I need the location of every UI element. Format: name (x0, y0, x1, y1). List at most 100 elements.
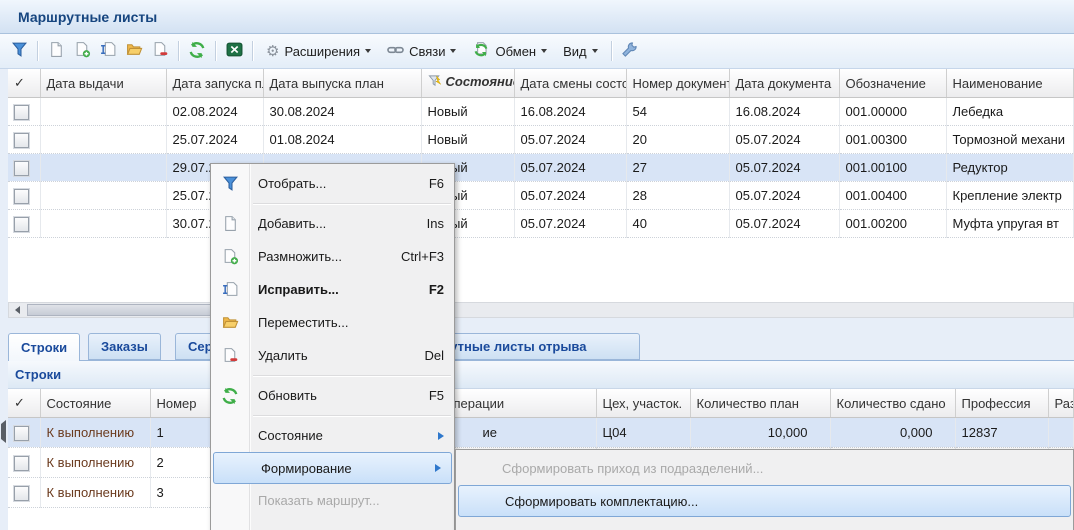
copy-document-icon (74, 41, 91, 61)
menu-item-label: Формирование (261, 461, 352, 476)
column-header-state[interactable]: Состояние (40, 389, 150, 418)
menu-item-peremestit[interactable]: Переместить... (211, 306, 454, 339)
cell-start-date: 02.08.2024 (166, 98, 263, 126)
column-header-name[interactable]: Наименование (946, 69, 1074, 98)
menu-item-sostoyanie[interactable]: Состояние (211, 419, 454, 452)
new-document-icon (48, 41, 65, 61)
delete-button[interactable] (147, 39, 173, 63)
cell-issue-date (40, 98, 166, 126)
checkbox[interactable] (14, 133, 29, 148)
menu-item-obnovit[interactable]: Обновить F5 (211, 379, 454, 412)
cell-check[interactable] (8, 210, 40, 238)
checkbox[interactable] (14, 161, 29, 176)
table-row-selected[interactable]: 29.07.2024 01.08.2024 Новый 05.07.2024 2… (8, 154, 1074, 182)
column-header-qty-plan[interactable]: Количество план (690, 389, 830, 418)
cell-name: Редуктор (946, 154, 1074, 182)
checkbox[interactable] (14, 217, 29, 232)
column-header-check[interactable]: ✓ (8, 389, 40, 418)
menu-item-udalit[interactable]: Удалить Del (211, 339, 454, 372)
submenu-item-komplektaciya[interactable]: Сформировать комплектацию... (458, 485, 1071, 517)
tab-zakazy[interactable]: Заказы (88, 333, 161, 360)
menu-item-dobavit[interactable]: Добавить... Ins (211, 207, 454, 240)
tab-stroki[interactable]: Строки (8, 333, 80, 361)
table-row[interactable]: 25.07.2024 Новый 05.07.2024 28 05.07.202… (8, 182, 1074, 210)
table-row-selected[interactable]: К выполнению 1 ие Ц04 10,000 0,000 12837 (8, 418, 1074, 448)
excel-export-button[interactable] (221, 39, 247, 63)
cell-check[interactable] (8, 98, 40, 126)
column-header-qty-done[interactable]: Количество сдано (830, 389, 955, 418)
exchange-menu-button[interactable]: Обмен (464, 39, 555, 63)
cell-doc-number: 40 (626, 210, 729, 238)
checkbox[interactable] (14, 486, 29, 501)
links-menu-button[interactable]: Связи (379, 39, 464, 63)
extensions-menu-button[interactable]: ⚙ Расширения (258, 39, 379, 63)
cell-check[interactable] (8, 448, 40, 478)
column-header-shop[interactable]: Цех, участок. (596, 389, 690, 418)
menu-item-shortcut: Del (424, 348, 444, 363)
folder-icon (126, 41, 143, 61)
cell-state: К выполнению (40, 478, 150, 508)
column-header-issue-date[interactable]: Дата выдачи (40, 69, 166, 98)
column-header-check[interactable]: ✓ (8, 69, 40, 98)
column-header-number[interactable]: Номер (150, 389, 214, 418)
checkbox[interactable] (14, 189, 29, 204)
refresh-button[interactable] (184, 39, 210, 63)
add-button[interactable] (43, 39, 69, 63)
cell-state-focused: К выполнению (40, 418, 150, 448)
submenu-item-prihod: Сформировать приход из подразделений... (456, 452, 1073, 485)
exchange-icon (472, 41, 490, 62)
cell-doc-date: 05.07.2024 (729, 154, 839, 182)
cell-name: Муфта упругая вт (946, 210, 1074, 238)
menu-item-otobrat[interactable]: Отобрать... F6 (211, 167, 454, 200)
chevron-down-icon (450, 49, 456, 53)
column-header-grade[interactable]: Разряд (1048, 389, 1074, 418)
checkbox[interactable] (14, 105, 29, 120)
copy-button[interactable] (69, 39, 95, 63)
menu-item-razmnozhit[interactable]: Размножить... Ctrl+F3 (211, 240, 454, 273)
column-header-start-date[interactable]: Дата запуска план (166, 69, 263, 98)
cell-designation: 001.00000 (839, 98, 946, 126)
column-header-release-date[interactable]: Дата выпуска план (263, 69, 421, 98)
cell-name: Лебедка (946, 98, 1074, 126)
cell-state-change-date: 16.08.2024 (514, 98, 626, 126)
scroll-left-button[interactable] (10, 304, 25, 316)
cell-state-change-date: 05.07.2024 (514, 154, 626, 182)
checkbox[interactable] (14, 426, 29, 441)
cell-check[interactable] (8, 126, 40, 154)
cell-check[interactable] (8, 182, 40, 210)
formirovanie-submenu: Сформировать приход из подразделений... … (455, 449, 1074, 530)
move-button[interactable] (121, 39, 147, 63)
excel-icon (226, 41, 243, 61)
menu-item-label: Удалить (258, 348, 308, 363)
cell-check[interactable] (8, 154, 40, 182)
cell-shop: Ц04 (596, 418, 690, 448)
window: Маршрутные листы ⚙ (0, 0, 1074, 530)
menu-item-formirovanie[interactable]: Формирование (213, 452, 452, 484)
column-header-state-change-date[interactable]: Дата смены состояния (514, 69, 626, 98)
cell-designation: 001.00100 (839, 154, 946, 182)
cell-check[interactable] (8, 478, 40, 508)
section-title: Строки (15, 367, 61, 382)
cell-state-change-date: 05.07.2024 (514, 182, 626, 210)
checkbox[interactable] (14, 456, 29, 471)
column-header-profession[interactable]: Профессия (955, 389, 1048, 418)
toolbar: ⚙ Расширения Связи Обмен Вид (0, 34, 1074, 69)
settings-button[interactable] (617, 39, 643, 63)
menu-item-ispravit[interactable]: Исправить... F2 (211, 273, 454, 306)
cell-doc-number: 54 (626, 98, 729, 126)
view-menu-button[interactable]: Вид (555, 39, 606, 63)
filter-button[interactable] (6, 39, 32, 63)
column-header-doc-number[interactable]: Номер документа (626, 69, 729, 98)
column-header-doc-date[interactable]: Дата документа (729, 69, 839, 98)
table-row[interactable]: 30.07.2024 Новый 05.07.2024 40 05.07.202… (8, 210, 1074, 238)
mini-scroll-left-icon[interactable] (1, 424, 6, 439)
cell-check[interactable] (8, 418, 40, 448)
edit-document-icon (219, 281, 241, 298)
column-header-state[interactable]: Состояние (421, 69, 514, 98)
column-header-designation[interactable]: Обозначение (839, 69, 946, 98)
horizontal-scrollbar[interactable] (8, 302, 1074, 318)
table-row[interactable]: 02.08.2024 30.08.2024 Новый 16.08.2024 5… (8, 98, 1074, 126)
edit-button[interactable] (95, 39, 121, 63)
cell-issue-date (40, 210, 166, 238)
table-row[interactable]: 25.07.2024 01.08.2024 Новый 05.07.2024 2… (8, 126, 1074, 154)
